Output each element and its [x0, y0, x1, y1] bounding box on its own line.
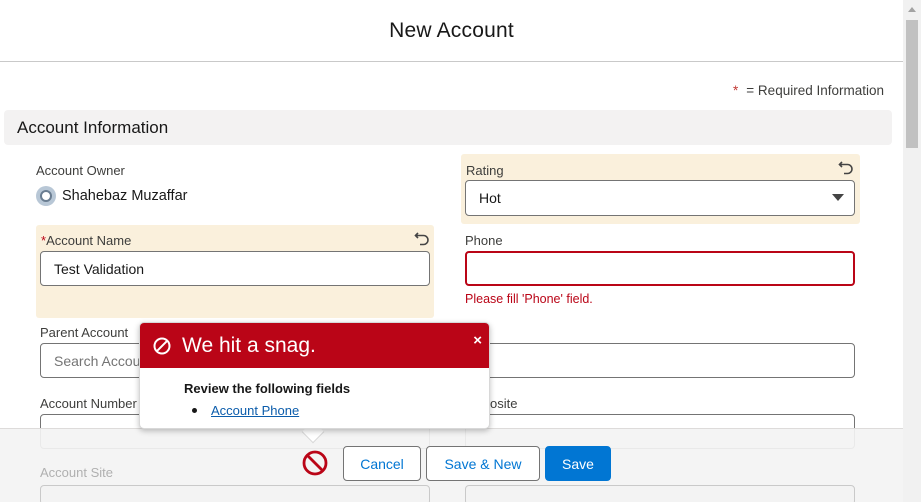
account-site-label: Account Site [40, 465, 113, 480]
close-icon[interactable]: × [473, 332, 482, 349]
rating-select[interactable]: Hot [465, 180, 855, 216]
section-title: Account Information [17, 117, 169, 137]
required-info-legend: * = Required Information [733, 83, 884, 98]
error-prohibited-icon [153, 337, 171, 354]
save-button[interactable]: Save [545, 446, 611, 481]
list-item: Account Phone [192, 403, 299, 418]
parent-account-search-input[interactable]: Search Accou [40, 343, 150, 378]
undo-icon[interactable] [414, 230, 430, 246]
right-field-input-2[interactable] [465, 485, 855, 502]
account-name-value: Test Validation [54, 260, 145, 277]
rating-value: Hot [479, 190, 501, 206]
modal-header: New Account [0, 0, 903, 62]
account-owner-value: Shahebaz Muzaffar [36, 186, 187, 206]
phone-label: Phone [465, 233, 503, 248]
error-prohibited-icon[interactable] [301, 449, 329, 477]
account-number-label: Account Number [40, 396, 137, 411]
rating-label: Rating [466, 163, 504, 178]
account-site-input[interactable] [40, 485, 430, 502]
account-owner-name: Shahebaz Muzaffar [62, 188, 188, 204]
section-header[interactable]: Account Information [4, 110, 892, 145]
modal-title: New Account [389, 18, 514, 42]
phone-error-message: Please fill 'Phone' field. [465, 292, 593, 306]
cancel-button[interactable]: Cancel [343, 446, 421, 481]
parent-account-label: Parent Account [40, 325, 129, 340]
required-info-text: = Required Information [746, 83, 884, 98]
account-name-label: *Account Name [41, 233, 131, 248]
right-field-input[interactable] [465, 343, 855, 378]
account-name-label-text: Account Name [46, 233, 132, 248]
account-owner-label: Account Owner [36, 163, 125, 178]
popover-title: We hit a snag. [182, 333, 316, 357]
save-and-new-button[interactable]: Save & New [426, 446, 540, 481]
scroll-thumb[interactable] [906, 20, 918, 148]
avatar [36, 186, 56, 206]
website-label: osite [490, 396, 518, 411]
error-popover: We hit a snag. × Review the following fi… [139, 322, 490, 429]
chevron-down-icon [832, 194, 844, 201]
phone-input[interactable] [465, 251, 855, 286]
required-star: * [733, 83, 739, 98]
account-phone-error-link[interactable]: Account Phone [211, 403, 299, 418]
popover-header: We hit a snag. × [140, 323, 489, 368]
vertical-scrollbar[interactable] [903, 0, 921, 502]
scroll-up-arrow-icon[interactable] [903, 0, 921, 18]
parent-account-placeholder: Search Accou [54, 352, 141, 369]
bullet [192, 408, 197, 413]
undo-icon[interactable] [838, 159, 854, 175]
popover-body-title: Review the following fields [184, 381, 351, 396]
account-name-input[interactable]: Test Validation [40, 251, 430, 286]
